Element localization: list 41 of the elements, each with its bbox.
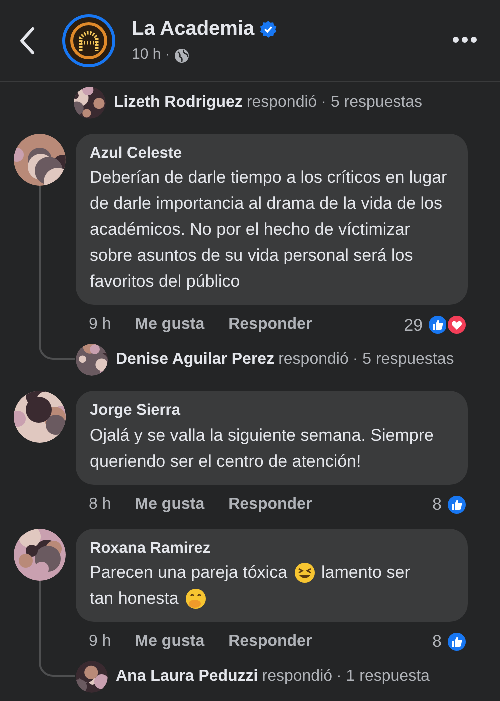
comment-text: Parecen una pareja tóxica — [90, 562, 288, 584]
separator-dot: · — [165, 45, 170, 66]
comment-text: Deberían de darle tiempo a los críticos en lugar de darle importancia al drama de la vida de los académicos. No por el hecho de víctimizar sobre asuntos de su vida personal será los favoritos del público — [90, 167, 448, 294]
post-time: 10 h — [132, 45, 162, 66]
comment-time: 8 h — [89, 494, 112, 514]
emoji-icon — [294, 562, 316, 584]
like-reaction-icon — [446, 494, 468, 516]
comment-text: lamento ser — [322, 562, 410, 584]
reply-count[interactable]: · 1 respuesta — [336, 664, 430, 689]
comment-text: tan honesta — [90, 588, 179, 610]
love-reaction-icon — [446, 314, 468, 336]
reaction-count: 8 — [432, 631, 442, 653]
page-logo[interactable] — [62, 14, 116, 68]
like-reaction-icon — [427, 314, 449, 336]
page-name[interactable]: La Academia — [132, 14, 255, 44]
reply-action: respondió — [278, 350, 349, 370]
comment-author[interactable]: Roxana Ramirez — [90, 536, 454, 560]
reply-action: respondió — [246, 93, 318, 113]
globe-icon — [174, 48, 190, 64]
reaction-count: 29 — [404, 314, 423, 336]
like-button[interactable]: Me gusta — [135, 492, 205, 516]
reply-action: respondió — [262, 666, 333, 687]
comment-author[interactable]: Jorge Sierra — [90, 399, 454, 422]
more-icon — [452, 36, 478, 44]
reply-count[interactable]: · 5 respuestas — [352, 348, 454, 372]
reply-button[interactable]: Responder — [228, 630, 312, 654]
comment-author[interactable]: Azul Celeste — [90, 142, 454, 166]
reply-author[interactable]: Denise Aguilar Perez — [116, 348, 275, 372]
like-button[interactable]: Me gusta — [135, 313, 205, 338]
comment-text: Ojalá y se valla la siguiente semana. Siempre queriendo ser el centro de atención! — [90, 424, 435, 472]
reply-count[interactable]: · 5 respuestas — [321, 91, 423, 115]
emoji-icon — [184, 588, 207, 610]
reply-button[interactable]: Responder — [228, 313, 312, 338]
like-button[interactable]: Me gusta — [135, 630, 205, 654]
like-reaction-icon — [446, 630, 468, 653]
comment-time: 9 h — [89, 315, 112, 336]
reply-author[interactable]: Ana Laura Peduzzi — [116, 664, 258, 689]
reply-button[interactable]: Responder — [228, 492, 312, 516]
comment-time: 9 h — [89, 632, 112, 652]
reaction-count: 8 — [432, 494, 442, 516]
reply-author[interactable]: Lizeth Rodriguez — [114, 91, 243, 115]
